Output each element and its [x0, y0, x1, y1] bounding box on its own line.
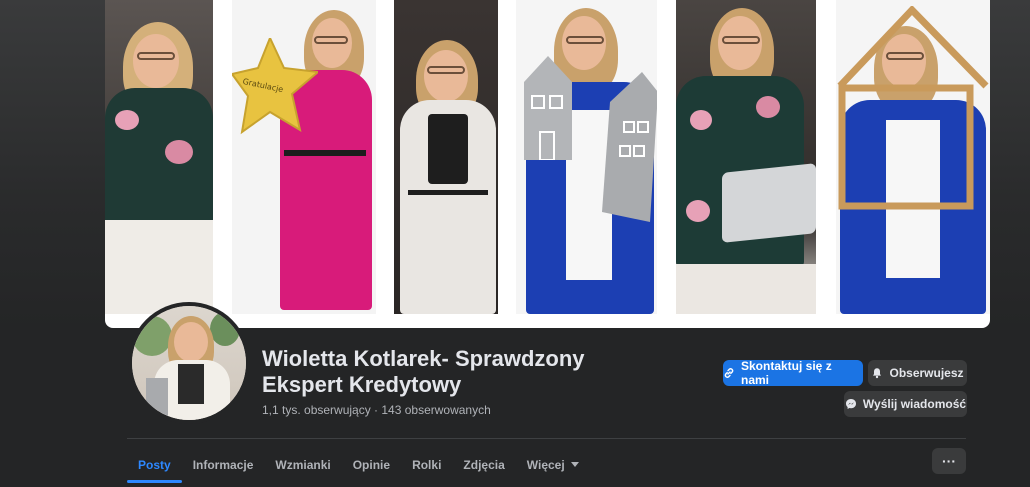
caret-down-icon: [570, 462, 579, 467]
tab-posts[interactable]: Posty: [127, 448, 182, 483]
more-options-button[interactable]: ···: [932, 448, 966, 474]
avatar: [132, 306, 246, 420]
profile-tabs: Posty Informacje Wzmianki Opinie Rolki Z…: [127, 448, 590, 483]
cover-photo-panel-3: [394, 0, 498, 314]
page-background-right: [990, 0, 1030, 330]
cover-photo-panel-1: [105, 0, 213, 314]
profile-picture[interactable]: [128, 302, 250, 424]
link-icon: [724, 368, 734, 378]
tab-label: Opinie: [352, 458, 391, 472]
following-button[interactable]: Obserwujesz: [868, 360, 967, 386]
tab-label: Zdjęcia: [463, 458, 505, 472]
house-frame-icon: [837, 6, 989, 210]
cover-photo-panel-2: Gratulacje: [232, 0, 376, 314]
tab-label: Posty: [138, 458, 171, 472]
contact-button-label: Skontaktuj się z nami: [741, 359, 832, 387]
more-options-icon: ···: [942, 453, 956, 469]
header-divider: [127, 438, 966, 439]
send-message-button-label: Wyślij wiadomość: [862, 397, 967, 411]
page-title: Wioletta Kotlarek- Sprawdzony Ekspert Kr…: [262, 346, 585, 397]
messenger-icon: [845, 399, 856, 409]
send-message-button[interactable]: Wyślij wiadomość: [844, 391, 967, 417]
follower-stats[interactable]: 1,1 tys. obserwujący · 143 obserwowanych: [262, 403, 491, 417]
tab-reviews[interactable]: Opinie: [342, 448, 401, 482]
page-background-left: [0, 0, 106, 330]
tab-reels[interactable]: Rolki: [401, 448, 452, 482]
tab-mentions[interactable]: Wzmianki: [264, 448, 341, 482]
following-button-label: Obserwujesz: [889, 366, 964, 380]
cover-photo-panel-5: [676, 0, 816, 314]
cover-photo-panel-4: [516, 0, 657, 314]
tab-more[interactable]: Więcej: [516, 448, 590, 482]
tab-photos[interactable]: Zdjęcia: [452, 448, 515, 482]
tab-label: Więcej: [526, 458, 565, 472]
tab-label: Informacje: [192, 458, 254, 472]
cover-photo[interactable]: Gratulacje: [105, 0, 990, 328]
house-cutout-icon: [602, 72, 657, 222]
bell-icon: [873, 368, 882, 379]
house-cutout-icon: [524, 56, 572, 160]
star-balloon-icon: Gratulacje: [232, 38, 318, 135]
contact-button[interactable]: Skontaktuj się z nami: [723, 359, 863, 387]
tab-label: Wzmianki: [275, 458, 331, 472]
cover-photo-panel-6: [836, 0, 990, 314]
tab-about[interactable]: Informacje: [182, 448, 265, 482]
tab-label: Rolki: [412, 458, 442, 472]
